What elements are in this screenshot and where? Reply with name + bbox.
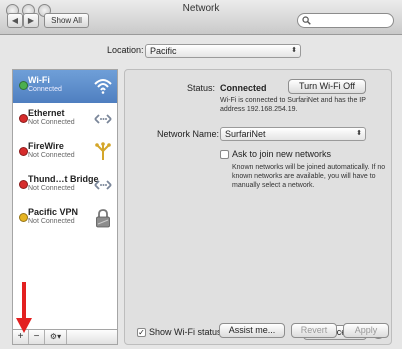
back-button[interactable]: ◀ xyxy=(7,13,23,28)
service-status: Not Connected xyxy=(28,185,75,192)
service-name: Thund…t Bridge xyxy=(28,174,99,184)
ask-join-label: Ask to join new networks xyxy=(232,149,332,159)
title-bar: Network ◀ ▶ Show All xyxy=(0,0,402,35)
service-item-pacific-vpn[interactable]: Pacific VPN Not Connected xyxy=(13,202,117,235)
show-all-button[interactable]: Show All xyxy=(44,13,89,28)
revert-button[interactable]: Revert xyxy=(291,323,337,338)
assist-me-button[interactable]: Assist me... xyxy=(219,323,285,338)
forward-button[interactable]: ▶ xyxy=(23,13,39,28)
service-status: Not Connected xyxy=(28,152,75,159)
service-name: FireWire xyxy=(28,141,64,151)
ask-join-checkbox[interactable] xyxy=(220,150,229,159)
network-name-label: Network Name: xyxy=(157,129,220,139)
status-dot xyxy=(19,114,28,123)
service-item-thunderbolt-bridge[interactable]: Thund…t Bridge Not Connected xyxy=(13,169,117,202)
turn-wifi-off-button[interactable]: Turn Wi-Fi Off xyxy=(288,79,366,94)
service-status: Not Connected xyxy=(28,218,75,225)
vpn-lock-icon xyxy=(96,209,110,228)
select-arrows-icon: ⬍ xyxy=(291,47,297,54)
search-icon xyxy=(302,16,311,27)
service-name: Pacific VPN xyxy=(28,207,79,217)
thunderbolt-icon xyxy=(94,180,112,190)
wifi-icon xyxy=(94,79,112,94)
service-name: Ethernet xyxy=(28,108,65,118)
service-item-firewire[interactable]: FireWire Not Connected xyxy=(13,136,117,169)
status-dot xyxy=(19,213,28,222)
status-description: Wi-Fi is connected to SurfariNet and has… xyxy=(220,97,366,113)
status-dot xyxy=(19,147,28,156)
apply-button[interactable]: Apply xyxy=(343,323,389,338)
status-label: Status: xyxy=(187,83,216,93)
firewire-icon xyxy=(95,142,111,160)
status-dot xyxy=(19,180,28,189)
select-arrows-icon: ⬍ xyxy=(356,130,362,137)
service-item-ethernet[interactable]: Ethernet Not Connected xyxy=(13,103,117,136)
ethernet-icon xyxy=(94,114,112,124)
network-name-value: SurfariNet xyxy=(225,129,266,139)
service-name: Wi-Fi xyxy=(28,75,50,85)
location-select[interactable]: Pacific ⬍ xyxy=(145,44,301,58)
service-item-wifi[interactable]: Wi-Fi Connected xyxy=(13,70,117,103)
service-status: Not Connected xyxy=(28,119,75,126)
chevron-right-icon: ▶ xyxy=(27,16,35,25)
network-name-select[interactable]: SurfariNet ⬍ xyxy=(220,127,366,141)
annotation-arrow xyxy=(16,282,32,333)
status-value: Connected xyxy=(220,83,267,93)
network-preferences-content: Location: Pacific ⬍ Wi-Fi Connected Ethe… xyxy=(0,35,402,349)
status-dot xyxy=(19,81,28,90)
show-status-checkbox[interactable]: ✓ xyxy=(137,328,146,337)
location-value: Pacific xyxy=(150,46,177,56)
search-input[interactable] xyxy=(297,13,394,28)
wifi-settings-panel: Status: Connected Turn Wi-Fi Off Wi-Fi i… xyxy=(124,69,392,345)
gear-icon[interactable]: ⚙▾ xyxy=(45,330,67,344)
chevron-left-icon: ◀ xyxy=(11,16,19,25)
location-label: Location: xyxy=(107,45,144,55)
ask-join-description: Known networks will be joined automatica… xyxy=(232,164,386,189)
service-status: Connected xyxy=(28,86,62,93)
